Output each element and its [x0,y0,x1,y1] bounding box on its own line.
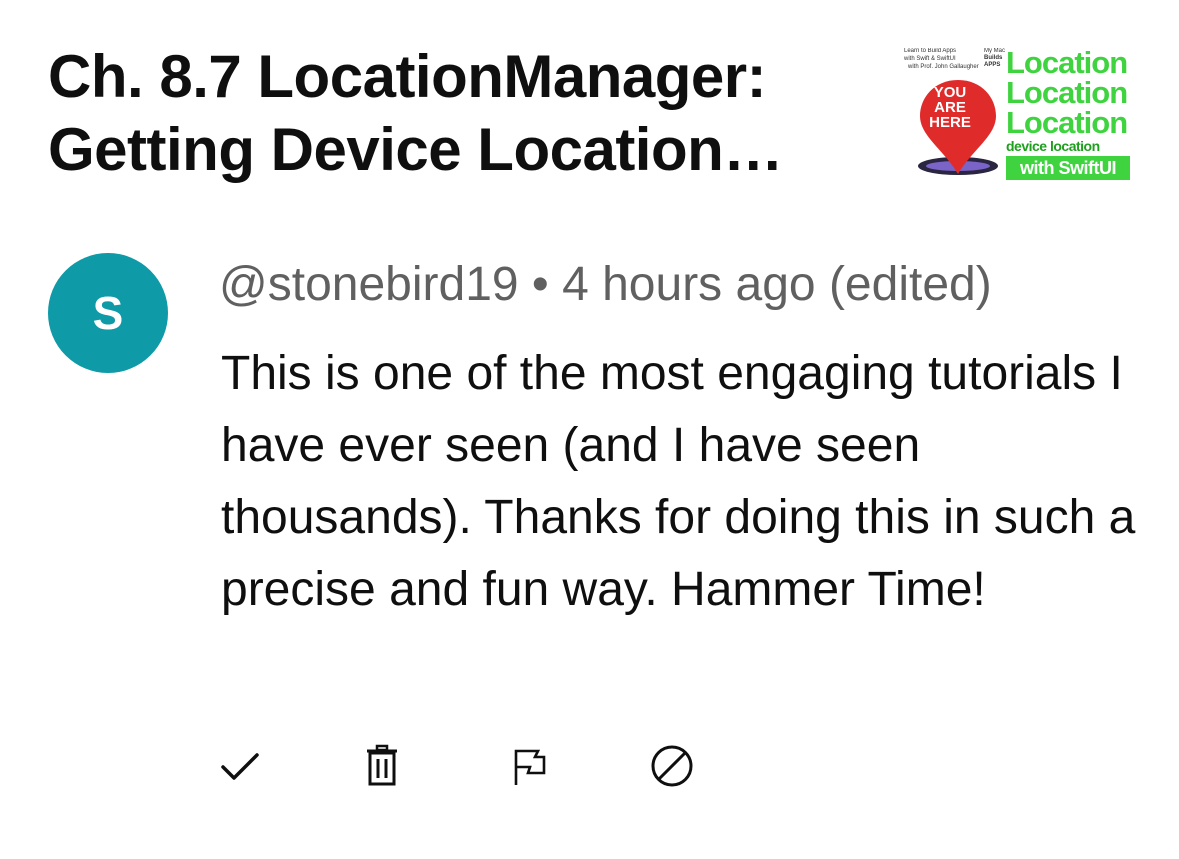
remove-button[interactable] [358,742,406,790]
thumbnail-caption: Builds [984,55,1003,61]
thumbnail-caption: APPS [984,62,1001,68]
thumbnail-headline: Location [1006,105,1128,140]
comment-text: This is one of the most engaging tutoria… [221,347,1136,616]
meta-separator: • [531,258,549,311]
video-title[interactable]: Ch. 8.7 LocationManager: Getting Device … [48,40,858,186]
hide-user-button[interactable] [648,742,696,790]
avatar[interactable]: S [48,253,168,373]
thumbnail-headline: Location [1006,75,1128,110]
report-button[interactable] [504,742,552,790]
thumbnail-caption: with Prof. John Gallaugher [908,64,979,70]
comment-author[interactable]: @stonebird19 [219,258,519,311]
flag-icon [514,749,546,785]
approve-button[interactable] [216,742,264,790]
comment-meta: @stonebird19 • 4 hours ago (edited) [219,255,992,315]
thumbnail-pin-text: YOU ARE HERE [929,84,971,131]
trash-icon [367,744,397,786]
thumbnail-headline: Location [1006,48,1128,80]
thumbnail-caption: My Mac [984,48,1005,54]
block-icon [651,745,693,787]
comment-timestamp: 4 hours ago (edited) [562,258,992,311]
thumbnail-footer: with SwiftUI [1006,156,1130,180]
thumbnail-caption: Learn to Build Apps [904,48,957,54]
video-thumbnail[interactable]: Learn to Build Apps with Swift & SwiftUI… [904,48,1132,180]
thumbnail-caption: with Swift & SwiftUI [904,56,956,62]
thumbnail-subline: device location [1006,138,1100,154]
checkmark-icon [221,753,259,780]
